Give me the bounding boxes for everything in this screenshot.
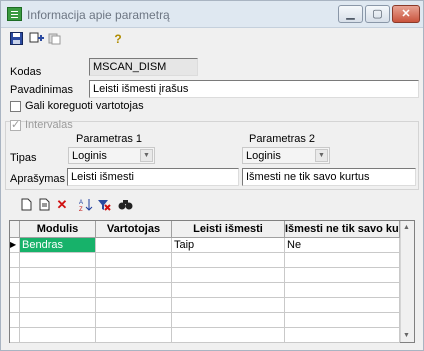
svg-text:A: A [79,200,83,206]
empty-cell [285,328,400,343]
permissions-grid: Modulis Vartotojas Leisti išmesti Išmest… [9,220,415,343]
empty-cell [10,253,20,268]
empty-cell [96,283,172,298]
empty-cell [96,268,172,283]
intervalas-checkbox[interactable] [10,118,21,131]
intervalas-label: Intervalas [25,119,73,131]
empty-cell [20,328,96,343]
row-indicator-header [10,221,20,238]
grid-toolbar: ✕ AZ [1,195,423,215]
window-title: Informacija apie parametrą [27,8,170,22]
empty-cell [20,298,96,313]
tipas1-select[interactable]: Loginis ▼ [68,147,155,164]
empty-cell [172,313,285,328]
aprasymas-label: Aprašymas [10,173,66,185]
paste-icon[interactable] [47,32,61,46]
empty-cell [172,283,285,298]
aprasymas2-field[interactable]: Išmesti ne tik savo kurtus [242,168,416,186]
delete-icon[interactable]: ✕ [55,198,69,212]
empty-cell [172,298,285,313]
title-bar: Informacija apie parametrą ▁ ▢ ✕ [1,1,423,28]
parametras1-label: Parametras 1 [76,133,143,145]
chevron-down-icon: ▼ [315,149,328,162]
empty-cell [96,253,172,268]
gali-koreguoti-label: Gali koreguoti vartotojas [25,100,144,112]
svg-text:Z: Z [79,207,83,212]
empty-cell [285,283,400,298]
empty-cell [20,253,96,268]
maximize-button[interactable]: ▢ [365,5,390,23]
scroll-down-icon[interactable]: ▼ [403,332,410,339]
edit-record-icon[interactable] [37,198,51,212]
row-pointer-icon: ▶ [10,238,20,253]
save-icon[interactable] [9,32,23,46]
sort-icon[interactable]: AZ [79,198,93,213]
cell-leisti[interactable]: Taip [172,238,285,253]
empty-cell [285,313,400,328]
help-icon[interactable]: ? [111,32,125,46]
search-icon[interactable] [118,198,133,212]
pavadinimas-field[interactable]: Leisti išmesti įrašus [89,80,419,98]
close-button[interactable]: ✕ [392,5,420,23]
empty-cell [172,328,285,343]
kodas-field: MSCAN_DISM [89,58,198,76]
empty-cell [285,298,400,313]
empty-cell [96,313,172,328]
empty-cell [10,313,20,328]
empty-cell [10,283,20,298]
column-header-vartotojas[interactable]: Vartotojas [96,221,172,238]
cell-vartotojas[interactable] [96,238,172,253]
tipas-label: Tipas [10,152,37,164]
pavadinimas-label: Pavadinimas [10,84,73,96]
column-header-leisti[interactable]: Leisti išmesti [172,221,285,238]
empty-cell [20,268,96,283]
column-header-modulis[interactable]: Modulis [20,221,96,238]
cell-ismesti[interactable]: Ne [285,238,400,253]
empty-cell [285,253,400,268]
empty-cell [10,298,20,313]
empty-cell [10,268,20,283]
tipas2-value: Loginis [246,150,281,162]
tipas1-value: Loginis [72,150,107,162]
cell-modulis[interactable]: Bendras [20,238,96,253]
parametras2-label: Parametras 2 [249,133,316,145]
empty-cell [20,313,96,328]
clear-filter-icon[interactable] [97,198,111,212]
vertical-scrollbar[interactable]: ▲ ▼ [400,221,414,342]
chevron-down-icon: ▼ [140,149,153,162]
empty-cell [20,283,96,298]
empty-cell [172,268,285,283]
empty-cell [285,268,400,283]
dialog-window: Informacija apie parametrą ▁ ▢ ✕ ? Kodas… [0,0,424,351]
copy-settings-icon[interactable] [29,32,44,46]
main-toolbar: ? [1,29,423,49]
app-icon [7,7,22,21]
kodas-label: Kodas [10,66,42,78]
tipas2-select[interactable]: Loginis ▼ [242,147,330,164]
empty-cell [10,328,20,343]
empty-cell [96,298,172,313]
column-header-ismesti[interactable]: Išmesti ne tik savo kurtus [285,221,400,238]
gali-koreguoti-checkbox[interactable] [10,101,21,112]
empty-cell [96,328,172,343]
minimize-button[interactable]: ▁ [338,5,363,23]
aprasymas1-field[interactable]: Leisti išmesti [67,168,239,186]
empty-cell [172,253,285,268]
new-record-icon[interactable] [19,198,33,212]
scroll-up-icon[interactable]: ▲ [403,224,410,231]
